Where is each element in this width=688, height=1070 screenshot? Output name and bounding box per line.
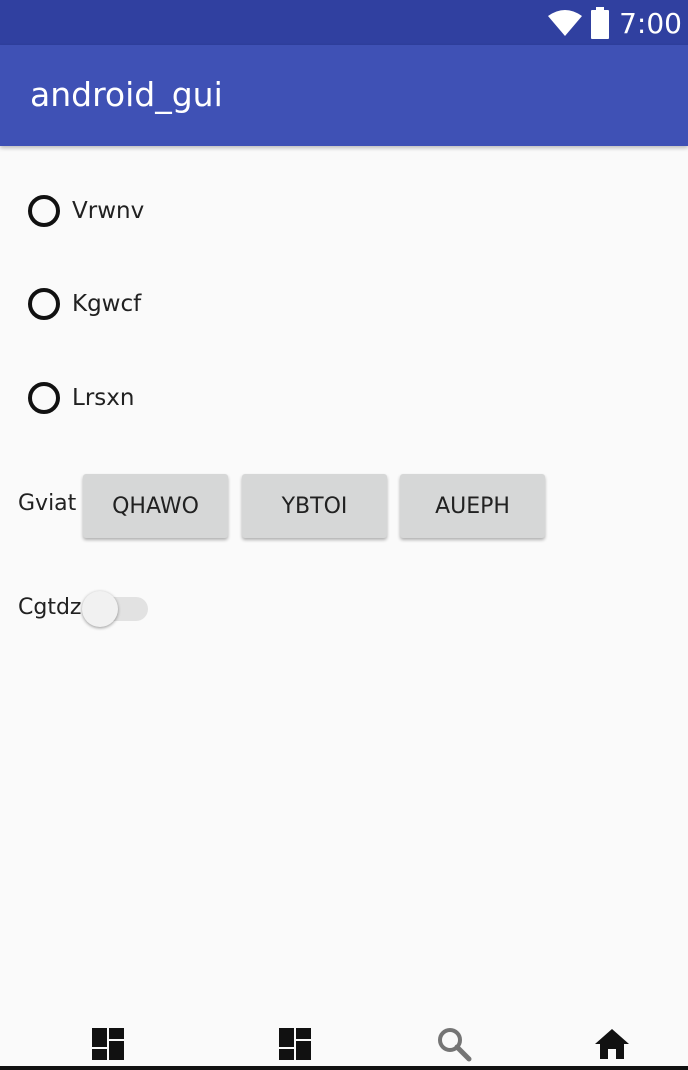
- radio-label: Kgwcf: [72, 291, 142, 317]
- app-title: android_gui: [30, 75, 223, 114]
- radio-option-lrsxn[interactable]: Lrsxn: [28, 378, 134, 418]
- home-icon[interactable]: [594, 1026, 630, 1062]
- ybtoi-button[interactable]: YBTOI: [242, 474, 387, 538]
- bottom-divider: [0, 1066, 688, 1070]
- switch-thumb[interactable]: [82, 591, 118, 627]
- radio-label: Lrsxn: [72, 385, 135, 411]
- radio-option-vrwnv[interactable]: Vrwnv: [28, 191, 144, 231]
- radio-button[interactable]: [28, 382, 60, 414]
- status-icons: 7:00: [547, 6, 682, 40]
- radio-button[interactable]: [28, 195, 60, 227]
- dashboard-icon[interactable]: [277, 1026, 313, 1062]
- radio-option-kgwcf[interactable]: Kgwcf: [28, 284, 141, 324]
- aueph-button[interactable]: AUEPH: [400, 474, 545, 538]
- qhawo-button[interactable]: QHAWO: [83, 474, 228, 538]
- wifi-icon: [548, 10, 583, 36]
- button-group-label: Gviat: [18, 491, 77, 516]
- status-time: 7:00: [619, 6, 682, 40]
- radio-button[interactable]: [28, 288, 60, 320]
- status-bar: 7:00: [0, 0, 688, 45]
- app-bar: android_gui: [0, 45, 688, 146]
- battery-icon: [591, 7, 610, 39]
- switch-label: Cgtdz: [18, 595, 82, 620]
- dashboard-icon[interactable]: [90, 1026, 126, 1062]
- bottom-nav: [0, 1018, 688, 1070]
- radio-label: Vrwnv: [72, 198, 145, 224]
- search-icon[interactable]: [436, 1026, 472, 1062]
